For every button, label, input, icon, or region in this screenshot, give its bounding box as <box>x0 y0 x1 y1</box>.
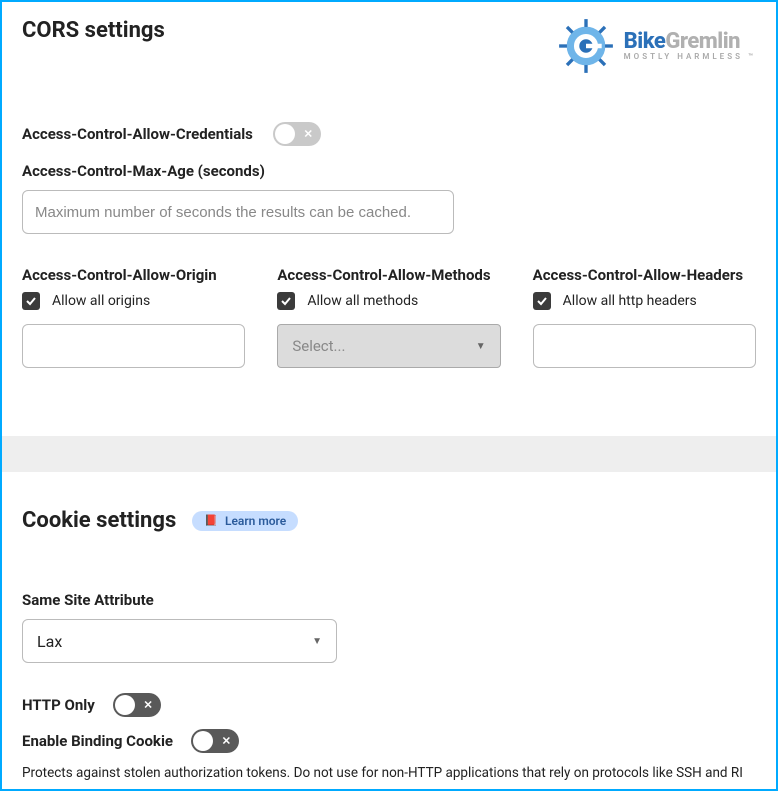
allow-methods-label: Access-Control-Allow-Methods <box>277 266 500 284</box>
allow-methods-check-label: Allow all methods <box>307 293 418 309</box>
allow-methods-check-row: Allow all methods <box>277 292 500 310</box>
samesite-value: Lax <box>37 632 62 651</box>
binding-cookie-label: Enable Binding Cookie <box>22 732 173 750</box>
cors-title: CORS settings <box>22 18 165 43</box>
chevron-down-icon: ▼ <box>312 636 322 647</box>
http-only-toggle[interactable]: ✕ <box>113 693 161 717</box>
allow-headers-check-row: Allow all http headers <box>533 292 756 310</box>
allow-headers-col: Access-Control-Allow-Headers Allow all h… <box>533 266 756 368</box>
allow-headers-checkbox[interactable] <box>533 292 551 310</box>
allow-credentials-label: Access-Control-Allow-Credentials <box>22 125 253 143</box>
cookie-header: Cookie settings 📕 Learn more <box>22 508 756 533</box>
allow-credentials-toggle[interactable]: ✕ <box>273 122 321 146</box>
brand-name: BikeGremlin <box>624 30 756 53</box>
http-only-label: HTTP Only <box>22 696 95 714</box>
learn-more-button[interactable]: 📕 Learn more <box>192 511 298 531</box>
max-age-label: Access-Control-Max-Age (seconds) <box>22 162 756 180</box>
allow-methods-col: Access-Control-Allow-Methods Allow all m… <box>277 266 500 368</box>
cors-header: CORS settings Bi <box>22 18 756 74</box>
samesite-block: Same Site Attribute Lax ▼ <box>22 591 756 663</box>
check-icon <box>280 295 292 307</box>
chevron-down-icon: ▼ <box>476 341 486 352</box>
check-icon <box>25 295 37 307</box>
samesite-label: Same Site Attribute <box>22 591 756 609</box>
allow-headers-check-label: Allow all http headers <box>563 293 697 309</box>
samesite-select[interactable]: Lax ▼ <box>22 619 337 663</box>
allow-headers-input[interactable] <box>533 324 756 368</box>
allow-headers-label: Access-Control-Allow-Headers <box>533 266 756 284</box>
allow-origin-label: Access-Control-Allow-Origin <box>22 266 245 284</box>
brand-logo: BikeGremlin MOSTLY HARMLESS ™ <box>558 18 756 74</box>
binding-cookie-row: Enable Binding Cookie ✕ <box>22 729 756 753</box>
brand-text: BikeGremlin MOSTLY HARMLESS ™ <box>624 30 756 61</box>
select-placeholder: Select... <box>292 337 345 355</box>
max-age-input[interactable] <box>22 190 454 234</box>
allow-origin-check-row: Allow all origins <box>22 292 245 310</box>
check-icon <box>536 295 548 307</box>
binding-cookie-help: Protects against stolen authorization to… <box>22 765 756 781</box>
cors-columns: Access-Control-Allow-Origin Allow all or… <box>22 266 756 368</box>
toggle-off-icon: ✕ <box>144 699 153 712</box>
toggle-off-icon: ✕ <box>304 128 313 141</box>
allow-methods-checkbox[interactable] <box>277 292 295 310</box>
allow-credentials-row: Access-Control-Allow-Credentials ✕ <box>22 122 756 146</box>
allow-origin-col: Access-Control-Allow-Origin Allow all or… <box>22 266 245 368</box>
cookie-title: Cookie settings <box>22 508 176 533</box>
book-icon: 📕 <box>204 514 218 527</box>
http-only-row: HTTP Only ✕ <box>22 693 756 717</box>
max-age-block: Access-Control-Max-Age (seconds) <box>22 162 756 234</box>
learn-more-label: Learn more <box>225 514 286 528</box>
binding-cookie-toggle[interactable]: ✕ <box>191 729 239 753</box>
section-divider <box>2 436 776 472</box>
toggle-knob <box>275 124 295 144</box>
toggle-knob <box>115 695 135 715</box>
allow-origin-check-label: Allow all origins <box>52 293 150 309</box>
allow-origin-checkbox[interactable] <box>22 292 40 310</box>
gear-icon <box>558 18 614 74</box>
brand-name-1: Bike <box>624 29 666 54</box>
cookie-section: Cookie settings 📕 Learn more Same Site A… <box>2 472 776 791</box>
brand-tagline: MOSTLY HARMLESS ™ <box>624 53 756 61</box>
toggle-off-icon: ✕ <box>222 735 231 748</box>
toggle-knob <box>193 731 213 751</box>
allow-origin-input[interactable] <box>22 324 245 368</box>
cors-section: CORS settings Bi <box>2 2 776 408</box>
brand-name-2: Gremlin <box>665 29 740 54</box>
allow-methods-select[interactable]: Select... ▼ <box>277 324 500 368</box>
